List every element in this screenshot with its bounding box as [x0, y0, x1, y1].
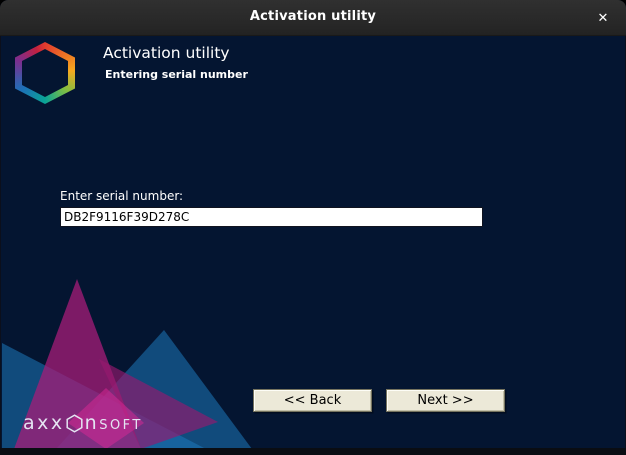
close-icon[interactable]: ✕: [590, 6, 616, 30]
page-title: Activation utility: [103, 44, 230, 62]
wordmark-hexagon-icon: [66, 413, 83, 433]
window-title: Activation utility: [249, 9, 377, 24]
serial-number-input[interactable]: [60, 207, 483, 227]
next-button[interactable]: Next >>: [386, 389, 505, 412]
activation-utility-window: Activation utility ✕ Activation utility …: [0, 0, 626, 455]
wordmark-axx: axx: [23, 412, 65, 434]
back-button[interactable]: << Back: [253, 389, 372, 412]
titlebar[interactable]: Activation utility ✕: [0, 0, 626, 36]
serial-number-label: Enter serial number:: [60, 189, 184, 203]
window-bottom-border: [0, 448, 626, 455]
wordmark-soft: soft: [99, 412, 143, 434]
app-hexagon-logo-icon: [15, 42, 75, 104]
page-subtitle: Entering serial number: [105, 68, 248, 81]
wordmark-n: n: [84, 412, 100, 434]
axxonsoft-wordmark: axx n soft: [23, 411, 143, 435]
